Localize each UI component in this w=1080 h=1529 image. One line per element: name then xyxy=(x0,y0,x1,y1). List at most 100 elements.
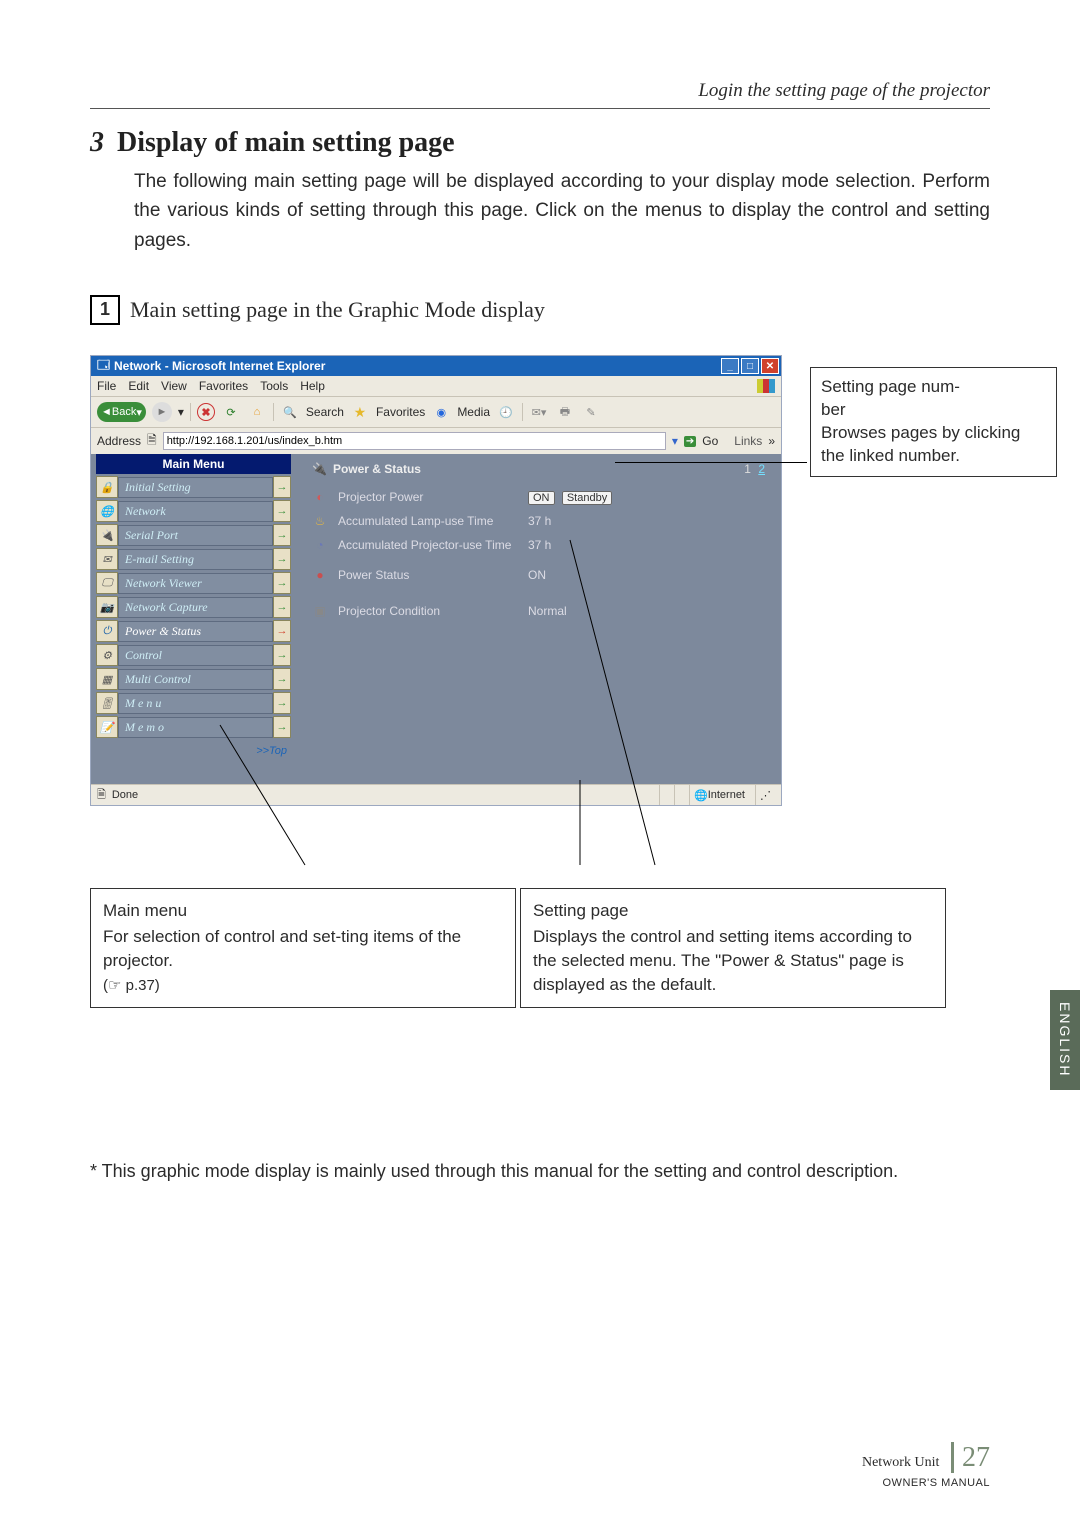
row-value: 37 h xyxy=(528,538,551,552)
menu-item-capture[interactable]: 📷 Network Capture → xyxy=(96,596,291,618)
history-icon[interactable]: 🕘 xyxy=(496,402,516,422)
arrow-icon: → xyxy=(273,644,291,666)
row-projector-power: ◐ Projector Power ON Standby xyxy=(312,490,769,504)
url-input[interactable] xyxy=(163,432,666,450)
stop-button[interactable]: ✖ xyxy=(197,403,215,421)
annotation-page-number: Setting page num- ber Browses pages by c… xyxy=(810,367,1057,477)
language-tab: ENGLISH xyxy=(1050,990,1080,1090)
lock-icon: 🔒 xyxy=(96,476,118,498)
resize-grip-icon[interactable]: ⋰ xyxy=(755,785,775,805)
menu-item-viewer[interactable]: 🖵 Network Viewer → xyxy=(96,572,291,594)
annotation-setting-page: Setting page Displays the control and se… xyxy=(520,888,946,1007)
page-1: 1 xyxy=(744,462,751,476)
note-icon: 📝 xyxy=(96,716,118,738)
arrow-icon: → xyxy=(273,596,291,618)
arrow-icon: → xyxy=(273,524,291,546)
menu-file[interactable]: File xyxy=(97,379,116,393)
arrow-icon: → xyxy=(273,716,291,738)
top-link[interactable]: >>Top xyxy=(96,740,291,757)
menu-item-multi[interactable]: ▦ Multi Control → xyxy=(96,668,291,690)
menu-item-serial[interactable]: 🔌 Serial Port → xyxy=(96,524,291,546)
menu-item-label: Serial Port xyxy=(118,525,273,546)
clock-icon: ◔ xyxy=(312,538,328,552)
annot-title: Setting page xyxy=(533,899,933,923)
page-numbers: 1 2 xyxy=(744,462,769,476)
row-lamp-time: ♨ Accumulated Lamp-use Time 37 h xyxy=(312,514,769,528)
standby-button[interactable]: Standby xyxy=(562,491,612,505)
globe-icon: 🌐 xyxy=(694,789,708,802)
annot-line: Browses pages by clicking the linked num… xyxy=(821,423,1020,465)
row-power-status: ● Power Status ON xyxy=(312,568,769,582)
menu-favorites[interactable]: Favorites xyxy=(199,379,248,393)
favorites-icon[interactable]: ★ xyxy=(350,402,370,422)
row-label: Projector Power xyxy=(338,490,518,504)
go-label: Go xyxy=(702,434,718,448)
menu-item-power[interactable]: ⏻ Power & Status → xyxy=(96,620,291,642)
projector-icon: ▣ xyxy=(312,604,328,618)
print-icon[interactable]: 🖶 xyxy=(555,402,575,422)
links-expand-icon[interactable]: » xyxy=(768,434,775,448)
row-value: 37 h xyxy=(528,514,551,528)
browser-window: 🗔 Network - Microsoft Internet Explorer … xyxy=(90,355,782,806)
menu-view[interactable]: View xyxy=(161,379,187,393)
menu-item-label: Control xyxy=(118,645,273,666)
status-done: Done xyxy=(112,789,138,801)
port-icon: 🔌 xyxy=(96,524,118,546)
edit-icon[interactable]: ✎ xyxy=(581,402,601,422)
back-button[interactable]: ◄ Back ▾ xyxy=(97,402,146,422)
annotation-main-menu: Main menu For selection of control and s… xyxy=(90,888,516,1007)
search-label[interactable]: Search xyxy=(306,405,344,419)
arrow-icon: → xyxy=(273,548,291,570)
menu-item-label: Initial Setting xyxy=(118,477,273,498)
page-icon: 🗎 xyxy=(147,431,157,452)
menu-item-label: M e n u xyxy=(118,693,273,714)
menu-edit[interactable]: Edit xyxy=(128,379,149,393)
zone-label: Internet xyxy=(708,789,745,801)
status-dot-icon: ● xyxy=(312,568,328,582)
forward-button[interactable]: ► xyxy=(152,402,172,422)
power-icon: ⏻ xyxy=(96,620,118,642)
menu-item-memo[interactable]: 📝 M e m o → xyxy=(96,716,291,738)
maximize-button[interactable]: □ xyxy=(741,358,759,374)
close-button[interactable]: ✕ xyxy=(761,358,779,374)
annot-ref: (☞ p.37) xyxy=(103,977,160,994)
menu-help[interactable]: Help xyxy=(300,379,325,393)
section-heading: 3 Display of main setting page xyxy=(90,127,990,159)
lamp-icon: ♨ xyxy=(312,514,328,528)
search-icon[interactable]: 🔍 xyxy=(280,402,300,422)
boxed-step-number: 1 xyxy=(90,295,120,325)
intro-paragraph: The following main setting page will be … xyxy=(134,167,990,255)
done-icon: 🗎 xyxy=(97,786,106,805)
refresh-button[interactable]: ⟳ xyxy=(221,402,241,422)
favorites-label[interactable]: Favorites xyxy=(376,405,425,419)
menu-tools[interactable]: Tools xyxy=(260,379,288,393)
row-label: Power Status xyxy=(338,568,518,582)
arrow-icon: → xyxy=(273,668,291,690)
url-dropdown-icon[interactable]: ▾ xyxy=(672,434,678,448)
address-label: Address xyxy=(97,434,141,448)
menu-item-control[interactable]: ⚙ Control → xyxy=(96,644,291,666)
media-icon[interactable]: ◉ xyxy=(431,402,451,422)
menu-item-label: E-mail Setting xyxy=(118,549,273,570)
page-2-link[interactable]: 2 xyxy=(758,462,765,476)
step-number: 3 xyxy=(90,127,104,158)
go-button[interactable]: ➔ xyxy=(684,436,696,447)
menu-item-email[interactable]: ✉ E-mail Setting → xyxy=(96,548,291,570)
callout-line xyxy=(615,462,807,463)
menu-item-label: Network Capture xyxy=(118,597,273,618)
footer-title: Network Unit xyxy=(862,1455,939,1470)
menu-item-network[interactable]: 🌐 Network → xyxy=(96,500,291,522)
home-button[interactable]: ⌂ xyxy=(247,402,267,422)
minimize-button[interactable]: _ xyxy=(721,358,739,374)
footer-subtitle: OWNER'S MANUAL xyxy=(883,1477,991,1489)
sub-heading-text: Main setting page in the Graphic Mode di… xyxy=(130,297,545,323)
menu-item-label: Network xyxy=(118,501,273,522)
menu-item-initial[interactable]: 🔒 Initial Setting → xyxy=(96,476,291,498)
on-button[interactable]: ON xyxy=(528,491,555,505)
menu-item-menu[interactable]: 🎚 M e n u → xyxy=(96,692,291,714)
media-label[interactable]: Media xyxy=(457,405,490,419)
page-header-caption: Login the setting page of the projector xyxy=(90,80,990,109)
links-label[interactable]: Links xyxy=(734,434,762,448)
mail-icon[interactable]: ✉▾ xyxy=(529,402,549,422)
menu-item-label: Multi Control xyxy=(118,669,273,690)
